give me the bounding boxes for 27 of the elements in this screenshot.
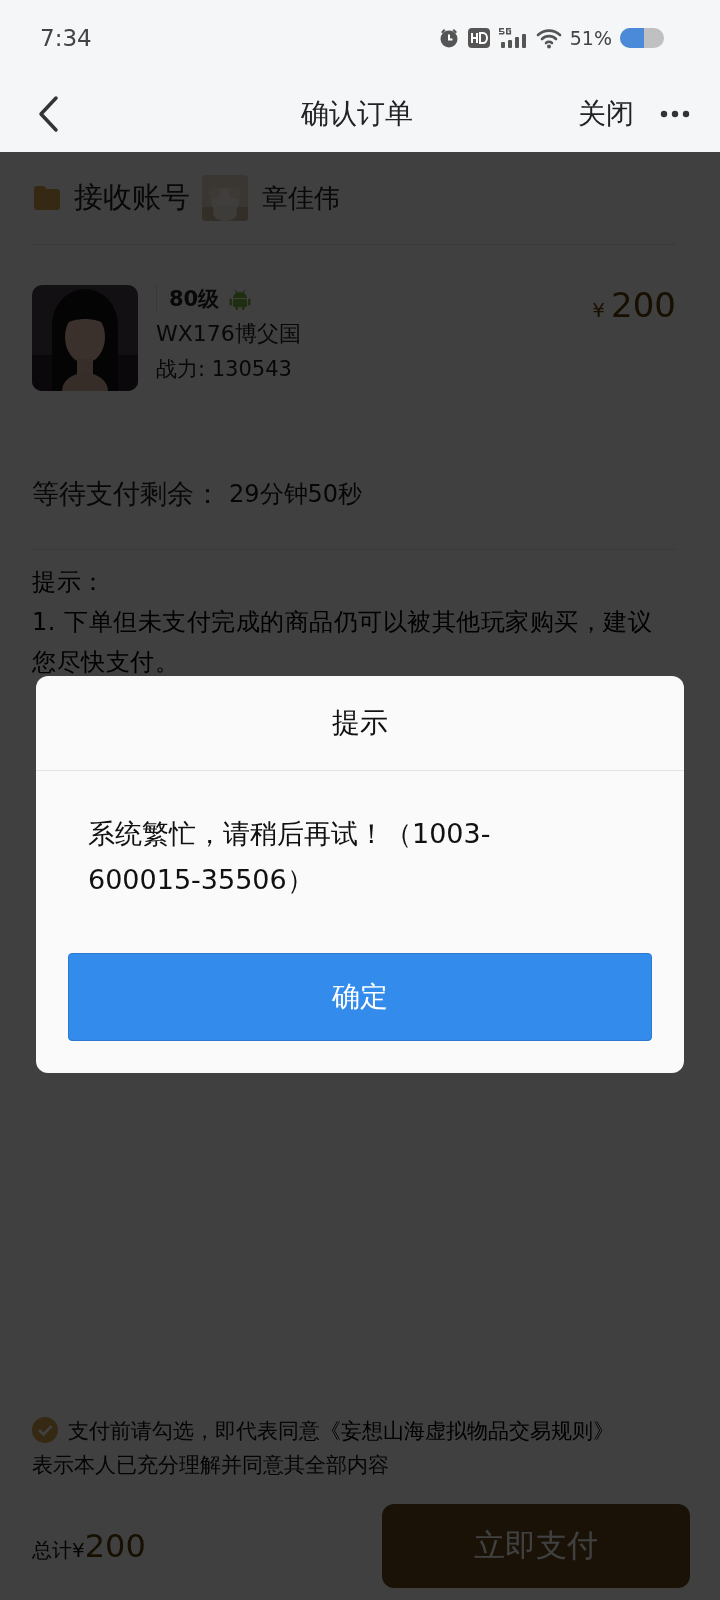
item-price: 200 [611, 285, 676, 325]
confirm-button[interactable]: 确定 [68, 953, 652, 1041]
total-amount: 200 [84, 1527, 146, 1565]
wifi-icon [535, 27, 562, 49]
server-name: WX176博父国 [156, 320, 302, 348]
receiver-label: 接收账号 [74, 179, 190, 216]
total-label: 总计¥ [32, 1537, 85, 1564]
receiver-name: 章佳伟 [262, 181, 340, 215]
dialog-message: 系统繁忙，请稍后再试！（1003-600015-35506） [88, 817, 492, 897]
hd-icon [467, 28, 490, 48]
more-icon [660, 110, 690, 118]
countdown-value: 29分钟50秒 [229, 479, 363, 510]
level-text: 80级 [169, 286, 220, 313]
close-button[interactable]: 关闭 [578, 95, 634, 133]
back-icon [36, 95, 60, 133]
battery-percent: 51% [569, 27, 612, 49]
more-button[interactable] [660, 110, 690, 118]
battery-icon [620, 27, 664, 49]
currency-sign: ¥ [592, 298, 606, 322]
combat-power: 战力: 130543 [156, 356, 293, 383]
dialog-title: 提示 [36, 676, 684, 771]
tip-text: 1. 下单但未支付完成的商品仍可以被其他玩家购买，建议您尽快支付。 [32, 607, 654, 678]
countdown-label: 等待支付剩余： [32, 477, 221, 511]
signal-icon [497, 27, 528, 49]
clock-time: 7:34 [40, 25, 92, 51]
page-title: 确认订单 [300, 96, 414, 132]
tips-title: 提示： [32, 567, 107, 598]
